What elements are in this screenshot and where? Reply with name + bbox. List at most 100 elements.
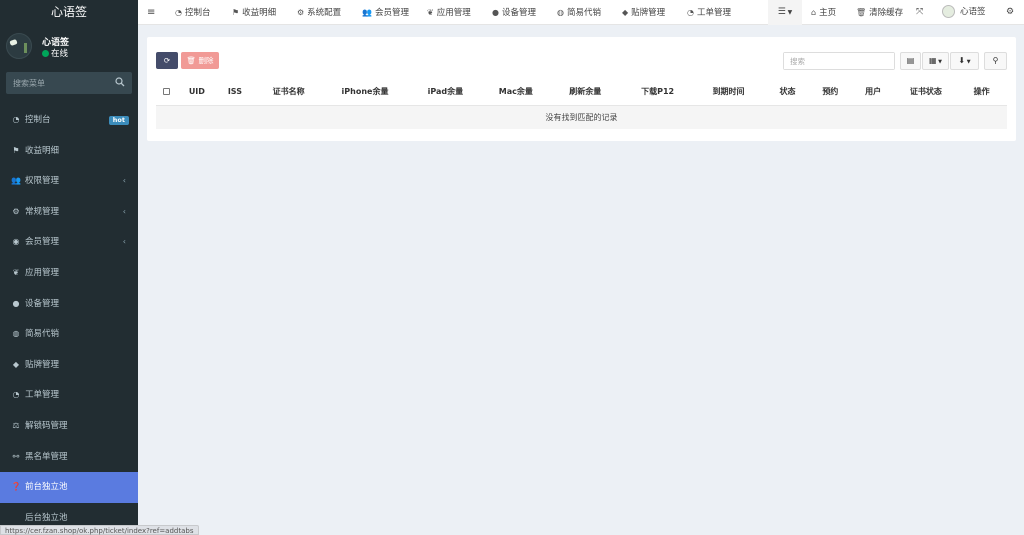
user-avatar bbox=[6, 33, 32, 59]
sidebar-item-permissions[interactable]: 👥 权限管理 ‹ bbox=[0, 166, 138, 197]
search-icon[interactable] bbox=[115, 77, 125, 87]
nav-tab-resale[interactable]: ◍ 简易代销 bbox=[557, 0, 601, 25]
column-header[interactable]: 到期时间 bbox=[691, 78, 766, 106]
table-search-input[interactable] bbox=[784, 53, 894, 69]
home-link[interactable]: ⌂ 主页 bbox=[811, 0, 836, 25]
nav-tab-label: 会员管理 bbox=[374, 8, 409, 18]
sidebar-item-front-pool[interactable]: ❓ 前台独立池 bbox=[0, 472, 138, 503]
nav-more-dropdown[interactable]: ☰ ▼ bbox=[768, 0, 802, 25]
cogs-icon: ⚙ bbox=[12, 206, 20, 216]
toggle-view-button[interactable]: ▤ bbox=[900, 52, 921, 70]
column-header[interactable]: iPhone余量 bbox=[323, 78, 407, 106]
app-logo[interactable]: 心语签 bbox=[0, 0, 138, 25]
nav-tab-devices[interactable]: ● 设备管理 bbox=[492, 0, 536, 25]
hot-badge: hot bbox=[108, 116, 129, 125]
sidebar-item-label: 后台独立池 bbox=[25, 512, 68, 523]
column-header[interactable]: UID bbox=[177, 78, 217, 106]
list-alt-icon: ▤ bbox=[906, 56, 915, 65]
list-icon: ☰ bbox=[777, 7, 786, 17]
chevron-left-icon: ‹ bbox=[122, 176, 126, 186]
sidebar-item-label: 简易代销 bbox=[25, 329, 60, 340]
sidebar-item-general[interactable]: ⚙ 常规管理 ‹ bbox=[0, 197, 138, 228]
tag-icon: ◆ bbox=[12, 359, 20, 369]
column-header[interactable]: ISS bbox=[216, 78, 254, 106]
sidebar: 心语签 心语签 在线 ◔ 控制台 hot ⚑ 收益明细 👥 权限管理 ‹ ⚙ 常规管理 ‹ ◉… bbox=[0, 0, 138, 535]
sidebar-item-unlock-codes[interactable]: ⚖ 解锁码管理 bbox=[0, 411, 138, 442]
nav-tab-earnings[interactable]: ⚑ 收益明细 bbox=[232, 0, 276, 25]
sidebar-item-branding[interactable]: ◆ 贴牌管理 bbox=[0, 350, 138, 381]
sidebar-item-devices[interactable]: ● 设备管理 bbox=[0, 289, 138, 320]
sidebar-item-label: 会员管理 bbox=[25, 237, 60, 248]
users-icon: 👥 bbox=[362, 8, 372, 17]
fullscreen-button[interactable]: ⤧ bbox=[916, 0, 923, 25]
nav-tab-label: 工单管理 bbox=[696, 8, 731, 18]
sidebar-item-label: 工单管理 bbox=[25, 390, 60, 401]
chevron-left-icon: ‹ bbox=[122, 206, 126, 216]
sidebar-search-input[interactable] bbox=[6, 72, 132, 94]
settings-button[interactable]: ⚙ bbox=[1006, 0, 1014, 25]
leaf-icon: ❦ bbox=[427, 8, 434, 17]
nav-tab-system-config[interactable]: ⚙ 系统配置 bbox=[297, 0, 341, 25]
column-header[interactable]: iPad余量 bbox=[406, 78, 485, 106]
nav-tab-apps[interactable]: ❦ 应用管理 bbox=[427, 0, 471, 25]
column-header[interactable]: Mac余量 bbox=[484, 78, 548, 106]
dashboard-icon: ◔ bbox=[175, 8, 182, 17]
export-dropdown-button[interactable]: ⬇ ▼ bbox=[950, 52, 979, 70]
column-header[interactable]: 证书名称 bbox=[253, 78, 324, 106]
sidebar-item-earnings[interactable]: ⚑ 收益明细 bbox=[0, 136, 138, 167]
balance-icon: ⚖ bbox=[12, 420, 20, 430]
nav-tab-label: 收益明细 bbox=[242, 8, 277, 18]
sidebar-item-label: 黑名单管理 bbox=[25, 451, 68, 462]
column-header[interactable]: 操作 bbox=[956, 78, 1007, 106]
column-header[interactable]: 下载P12 bbox=[623, 78, 692, 106]
clear-cache-label: 清除缓存 bbox=[869, 8, 904, 18]
nav-tab-tickets[interactable]: ◔ 工单管理 bbox=[687, 0, 731, 25]
select-all-checkbox[interactable] bbox=[163, 87, 171, 95]
sidebar-item-apps[interactable]: ❦ 应用管理 bbox=[0, 258, 138, 289]
sidebar-item-label: 收益明细 bbox=[25, 145, 60, 156]
account-avatar bbox=[942, 5, 955, 18]
sidebar-item-members[interactable]: ◉ 会员管理 ‹ bbox=[0, 227, 138, 258]
column-header[interactable]: 证书状态 bbox=[895, 78, 957, 106]
nav-tab-branding[interactable]: ◆ 贴牌管理 bbox=[622, 0, 665, 25]
circle-icon: ● bbox=[492, 8, 499, 17]
empty-row: 没有找到匹配的记录 bbox=[156, 105, 1007, 129]
columns-dropdown-button[interactable]: ▦ ▼ bbox=[922, 52, 949, 70]
column-header[interactable]: 状态 bbox=[765, 78, 810, 106]
sidebar-item-resale[interactable]: ◍ 简易代销 bbox=[0, 319, 138, 350]
top-navbar: ≡ ◔ 控制台 ⚑ 收益明细 ⚙ 系统配置 👥 会员管理 ❦ 应用管理 ● 设备管理 ◍ 简易… bbox=[138, 0, 1024, 25]
column-header[interactable]: 刷新余量 bbox=[547, 78, 624, 106]
content-panel: ⟳ 🗑 删除 ▤ ▦ ▼ ⬇ ▼ ⚲ UID ISS 证书名称 iPhone余量… bbox=[147, 37, 1016, 141]
cogs-icon: ⚙ bbox=[1006, 7, 1015, 17]
nav-tab-dashboard[interactable]: ◔ 控制台 bbox=[175, 0, 211, 25]
sidebar-item-blacklist[interactable]: ⚯ 黑名单管理 bbox=[0, 442, 138, 473]
hamburger-icon: ≡ bbox=[147, 7, 156, 18]
nav-tab-label: 贴牌管理 bbox=[631, 8, 666, 18]
chevron-left-icon: ‹ bbox=[122, 237, 126, 247]
table-search bbox=[783, 52, 895, 70]
sidebar-item-dashboard[interactable]: ◔ 控制台 hot bbox=[0, 105, 138, 136]
tachometer-icon: ◔ bbox=[687, 8, 694, 17]
leaf-icon: ❦ bbox=[12, 267, 20, 277]
select-all-cell bbox=[156, 78, 178, 106]
table-header-row: UID ISS 证书名称 iPhone余量 iPad余量 Mac余量 刷新余量 … bbox=[156, 78, 1007, 106]
search-toggle-button[interactable]: ⚲ bbox=[984, 52, 1007, 70]
sidebar-item-label: 解锁码管理 bbox=[25, 420, 68, 431]
nav-tab-members[interactable]: 👥 会员管理 bbox=[362, 0, 409, 25]
delete-button[interactable]: 🗑 删除 bbox=[181, 52, 219, 69]
trash-icon: 🗑 bbox=[856, 8, 867, 17]
clear-cache-button[interactable]: 🗑 清除缓存 bbox=[856, 0, 903, 25]
sidebar-item-label: 常规管理 bbox=[25, 206, 60, 217]
column-header[interactable]: 用户 bbox=[850, 78, 896, 106]
user-status: 在线 bbox=[42, 47, 68, 59]
column-header[interactable]: 预约 bbox=[809, 78, 851, 106]
account-name: 心语签 bbox=[960, 7, 986, 17]
sidebar-item-label: 贴牌管理 bbox=[25, 359, 60, 370]
sidebar-menu: ◔ 控制台 hot ⚑ 收益明细 👥 权限管理 ‹ ⚙ 常规管理 ‹ ◉ 会员管理 ‹ ❦ 应用管理… bbox=[0, 105, 138, 533]
columns-icon: ▦ bbox=[929, 56, 937, 65]
account-menu[interactable]: 心语签 bbox=[942, 0, 986, 25]
sidebar-toggle-button[interactable]: ≡ bbox=[147, 0, 155, 25]
sidebar-item-tickets[interactable]: ◔ 工单管理 bbox=[0, 380, 138, 411]
refresh-button[interactable]: ⟳ bbox=[156, 52, 178, 69]
globe-icon: ◍ bbox=[557, 8, 564, 17]
